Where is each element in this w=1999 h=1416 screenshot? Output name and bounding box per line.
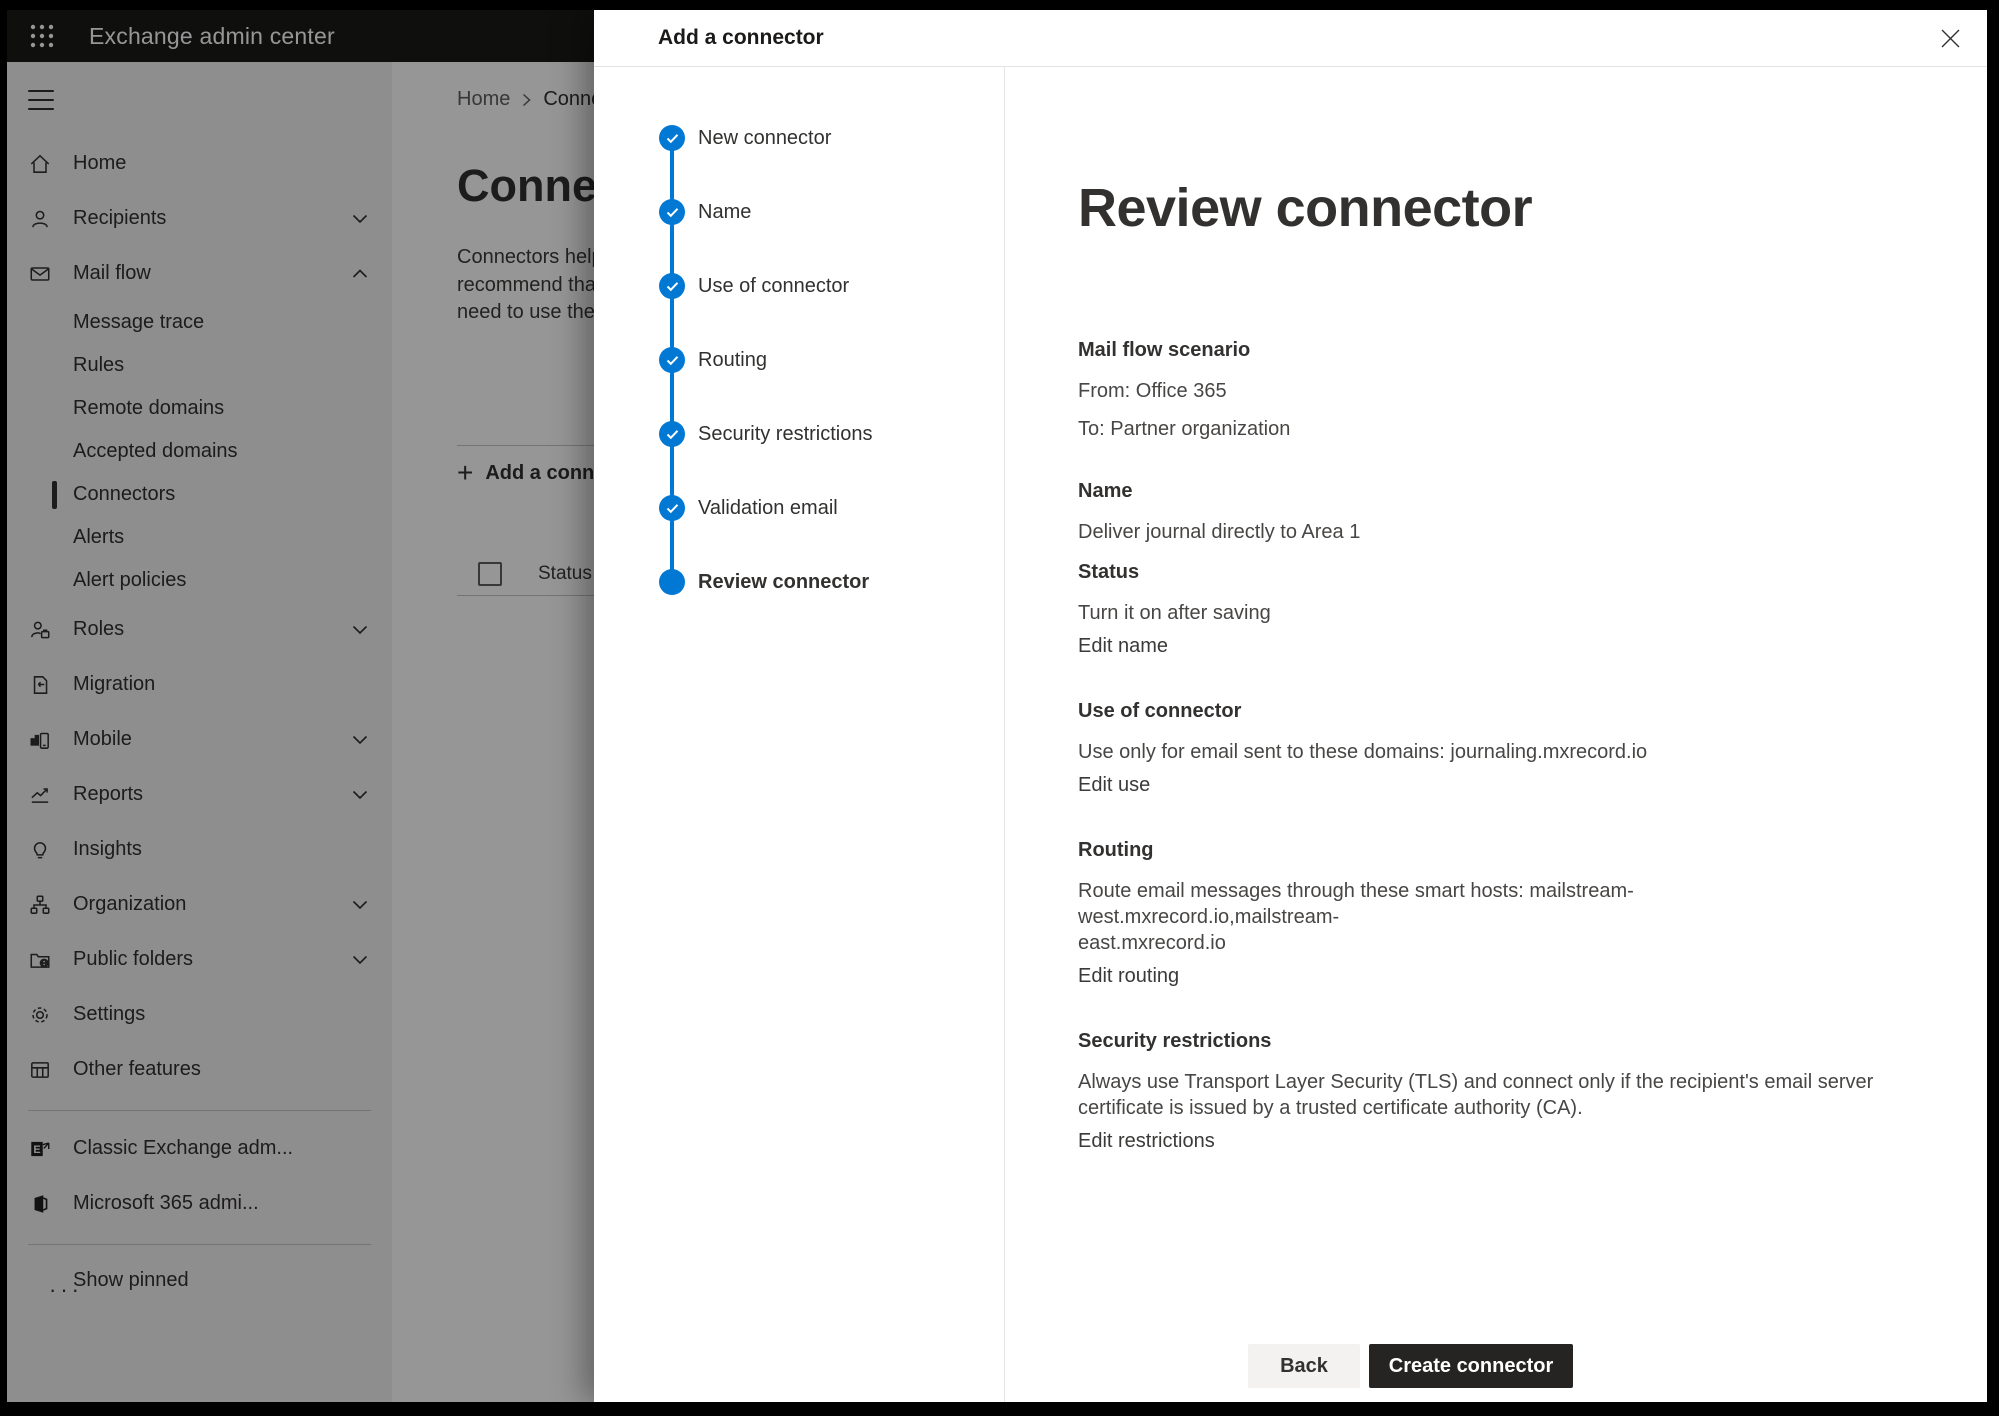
step-complete-icon bbox=[659, 125, 685, 151]
routing-value-line2: east.mxrecord.io bbox=[1078, 930, 1878, 956]
step-review-connector[interactable]: Review connector bbox=[594, 545, 1004, 619]
section-heading-mail-flow-scenario: Mail flow scenario bbox=[1078, 339, 1987, 362]
review-heading: Review connector bbox=[1078, 177, 1987, 239]
section-heading-name: Name bbox=[1078, 480, 1987, 503]
mail-flow-from: From: Office 365 bbox=[1078, 378, 1878, 404]
panel-body: New connector Name Use of connector Rout… bbox=[594, 67, 1987, 1402]
name-value: Deliver journal directly to Area 1 bbox=[1078, 519, 1878, 545]
screenshot-root: { "topbar": { "app_title": "Exchange adm… bbox=[0, 0, 1999, 1416]
edit-name-link[interactable]: Edit name bbox=[1078, 635, 1168, 658]
step-complete-icon bbox=[659, 273, 685, 299]
step-complete-icon bbox=[659, 495, 685, 521]
edit-restrictions-link[interactable]: Edit restrictions bbox=[1078, 1130, 1215, 1153]
step-complete-icon bbox=[659, 347, 685, 373]
security-value-line2: certificate is issued by a trusted certi… bbox=[1078, 1095, 1878, 1121]
step-complete-icon bbox=[659, 199, 685, 225]
step-validation-email[interactable]: Validation email bbox=[594, 471, 1004, 545]
app-window: Exchange admin center Home Recipients Ma… bbox=[7, 10, 1987, 1402]
close-button[interactable] bbox=[1937, 25, 1963, 51]
section-heading-security-restrictions: Security restrictions bbox=[1078, 1030, 1987, 1053]
section-heading-status: Status bbox=[1078, 561, 1987, 584]
security-value-line1: Always use Transport Layer Security (TLS… bbox=[1078, 1069, 1878, 1095]
add-connector-panel: Add a connector New connector Name bbox=[594, 10, 1987, 1402]
edit-routing-link[interactable]: Edit routing bbox=[1078, 965, 1179, 988]
section-heading-routing: Routing bbox=[1078, 839, 1987, 862]
step-complete-icon bbox=[659, 421, 685, 447]
step-security-restrictions[interactable]: Security restrictions bbox=[594, 397, 1004, 471]
section-heading-use-of-connector: Use of connector bbox=[1078, 700, 1987, 723]
back-button[interactable]: Back bbox=[1248, 1344, 1360, 1388]
close-icon bbox=[1940, 28, 1961, 49]
panel-footer: Back Create connector bbox=[1248, 1344, 1573, 1388]
create-connector-button[interactable]: Create connector bbox=[1369, 1344, 1573, 1388]
wizard-steps: New connector Name Use of connector Rout… bbox=[594, 67, 1005, 1402]
step-new-connector[interactable]: New connector bbox=[594, 101, 1004, 175]
routing-value-line1: Route email messages through these smart… bbox=[1078, 878, 1878, 930]
step-name[interactable]: Name bbox=[594, 175, 1004, 249]
step-current-icon bbox=[659, 569, 685, 595]
edit-use-link[interactable]: Edit use bbox=[1078, 774, 1150, 797]
review-content: Review connector Mail flow scenario From… bbox=[1005, 67, 1987, 1402]
panel-header: Add a connector bbox=[594, 10, 1987, 67]
status-value: Turn it on after saving bbox=[1078, 600, 1878, 626]
step-use-of-connector[interactable]: Use of connector bbox=[594, 249, 1004, 323]
step-routing[interactable]: Routing bbox=[594, 323, 1004, 397]
panel-title: Add a connector bbox=[658, 26, 824, 50]
use-of-connector-value: Use only for email sent to these domains… bbox=[1078, 739, 1878, 765]
mail-flow-to: To: Partner organization bbox=[1078, 416, 1878, 442]
